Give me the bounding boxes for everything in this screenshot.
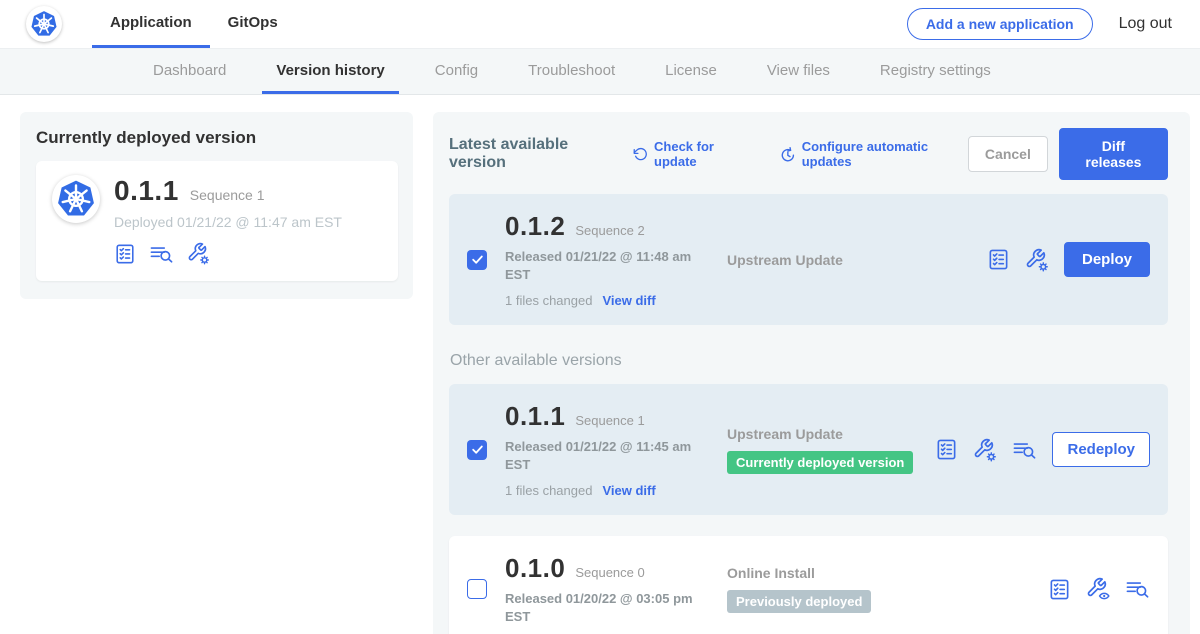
currently-deployed-title: Currently deployed version	[36, 128, 398, 148]
files-changed: 1 files changed	[505, 293, 592, 308]
diff-releases-button[interactable]: Diff releases	[1059, 128, 1168, 180]
available-versions-panel: Latest available version Check for updat…	[433, 112, 1190, 634]
available-versions-header: Latest available version Check for updat…	[449, 128, 1168, 180]
subnav-view-files[interactable]: View files	[753, 49, 844, 94]
tab-gitops[interactable]: GitOps	[210, 0, 296, 48]
other-versions-title: Other available versions	[450, 352, 1168, 370]
cancel-button[interactable]: Cancel	[968, 136, 1048, 172]
edit-config-icon[interactable]	[973, 438, 997, 462]
version-sequence: Sequence 2	[575, 223, 644, 238]
add-application-button[interactable]: Add a new application	[907, 8, 1093, 40]
check-for-update-link[interactable]: Check for update	[633, 139, 752, 169]
deploy-logs-icon[interactable]	[149, 243, 174, 265]
preflight-checks-icon[interactable]	[987, 248, 1010, 271]
deployed-version-number: 0.1.1	[114, 175, 179, 207]
app-subnav: Dashboard Version history Config Trouble…	[0, 48, 1200, 95]
version-number: 0.1.2	[505, 211, 565, 242]
configure-automatic-updates-link[interactable]: Configure automatic updates	[780, 139, 968, 169]
view-diff-link[interactable]: View diff	[602, 483, 655, 498]
version-released: Released 01/20/22 @ 03:05 pm EST	[505, 590, 697, 625]
latest-available-title: Latest available version	[449, 136, 616, 172]
version-row-0-1-1: 0.1.1 Sequence 1 Released 01/21/22 @ 11:…	[449, 384, 1168, 515]
version-source: Upstream Update	[727, 252, 987, 268]
version-row-0-1-2: 0.1.2 Sequence 2 Released 01/21/22 @ 11:…	[449, 194, 1168, 325]
refresh-icon	[633, 146, 648, 162]
preflight-checks-icon[interactable]	[114, 243, 136, 265]
deploy-button[interactable]: Deploy	[1064, 242, 1150, 277]
version-number: 0.1.0	[505, 553, 565, 584]
version-source: Online Install	[727, 565, 1048, 581]
subnav-troubleshoot[interactable]: Troubleshoot	[514, 49, 629, 94]
preflight-checks-icon[interactable]	[1048, 578, 1071, 601]
preflight-checks-icon[interactable]	[935, 438, 958, 461]
currently-deployed-panel: Currently deployed version 0.1.1 Sequenc…	[20, 112, 413, 299]
version-number: 0.1.1	[505, 401, 565, 432]
currently-deployed-badge: Currently deployed version	[727, 451, 913, 474]
deployed-timestamp: Deployed 01/21/22 @ 11:47 am EST	[114, 214, 342, 230]
version-checkbox[interactable]	[467, 250, 487, 270]
version-released: Released 01/21/22 @ 11:48 am EST	[505, 248, 697, 283]
files-changed: 1 files changed	[505, 483, 592, 498]
version-row-0-1-0: 0.1.0 Sequence 0 Released 01/20/22 @ 03:…	[449, 536, 1168, 634]
redeploy-button[interactable]: Redeploy	[1052, 432, 1150, 467]
deploy-logs-icon[interactable]	[1012, 439, 1037, 461]
previously-deployed-badge: Previously deployed	[727, 590, 871, 613]
version-released: Released 01/21/22 @ 11:45 am EST	[505, 438, 697, 473]
top-nav: Application GitOps Add a new application…	[0, 0, 1200, 48]
checkmark-icon	[471, 443, 484, 456]
clock-refresh-icon	[780, 146, 796, 163]
subnav-registry-settings[interactable]: Registry settings	[866, 49, 1005, 94]
version-sequence: Sequence 1	[575, 413, 644, 428]
subnav-version-history[interactable]: Version history	[262, 49, 398, 94]
logout-link[interactable]: Log out	[1119, 15, 1172, 33]
checkmark-icon	[471, 253, 484, 266]
deployed-sequence: Sequence 1	[190, 187, 265, 203]
tab-gitops-label: GitOps	[228, 14, 278, 31]
edit-config-icon[interactable]	[187, 242, 210, 265]
tab-application-label: Application	[110, 14, 192, 31]
edit-config-icon[interactable]	[1025, 248, 1049, 272]
deploy-logs-icon[interactable]	[1125, 578, 1150, 600]
deployed-version-card: 0.1.1 Sequence 1 Deployed 01/21/22 @ 11:…	[36, 161, 398, 281]
view-diff-link[interactable]: View diff	[602, 293, 655, 308]
subnav-dashboard[interactable]: Dashboard	[139, 49, 240, 94]
kubernetes-logo	[26, 6, 62, 42]
app-kubernetes-logo	[52, 175, 100, 223]
subnav-config[interactable]: Config	[421, 49, 492, 94]
version-checkbox[interactable]	[467, 579, 487, 599]
main-content: Currently deployed version 0.1.1 Sequenc…	[0, 95, 1200, 634]
subnav-license[interactable]: License	[651, 49, 731, 94]
version-source: Upstream Update	[727, 426, 935, 442]
version-sequence: Sequence 0	[575, 565, 644, 580]
version-checkbox[interactable]	[467, 440, 487, 460]
view-config-icon[interactable]	[1086, 577, 1110, 601]
tab-application[interactable]: Application	[92, 0, 210, 48]
